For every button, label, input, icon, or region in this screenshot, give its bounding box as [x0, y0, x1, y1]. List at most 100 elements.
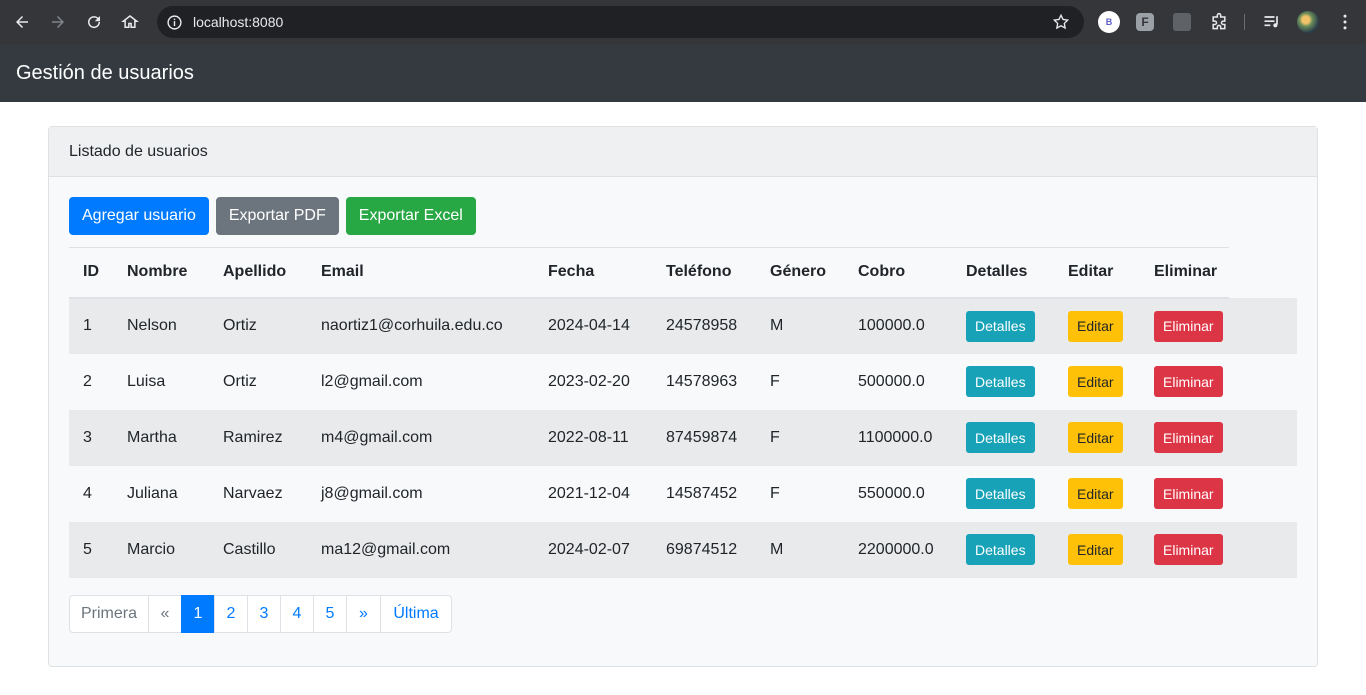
table-header-row: ID Nombre Apellido Email Fecha Teléfono … — [69, 247, 1297, 299]
letter-b-extension-icon[interactable]: B — [1098, 11, 1120, 33]
site-info-icon[interactable] — [166, 14, 183, 31]
url-text: localhost:8080 — [193, 14, 284, 30]
users-table: ID Nombre Apellido Email Fecha Teléfono … — [69, 247, 1297, 578]
export-excel-button[interactable]: Exportar Excel — [345, 197, 476, 235]
media-control-icon[interactable] — [1261, 11, 1283, 33]
cell-telefono: 14578963 — [666, 372, 738, 390]
cell-id: 4 — [83, 484, 92, 502]
delete-button[interactable]: Eliminar — [1154, 366, 1223, 397]
export-pdf-button[interactable]: Exportar PDF — [215, 197, 339, 235]
delete-button[interactable]: Eliminar — [1154, 478, 1223, 509]
cell-detalles: Detalles — [952, 522, 1054, 578]
cell-id: 3 — [83, 428, 92, 446]
profile-avatar[interactable] — [1297, 11, 1319, 33]
delete-button[interactable]: Eliminar — [1154, 534, 1223, 565]
cell-email: j8@gmail.com — [321, 484, 423, 502]
back-arrow-icon[interactable] — [4, 4, 40, 40]
home-icon[interactable] — [112, 4, 148, 40]
cell-nombre: Juliana — [127, 484, 178, 502]
column-header-telefono: Teléfono — [652, 247, 756, 299]
details-button[interactable]: Detalles — [966, 478, 1035, 509]
column-header-apellido: Apellido — [209, 247, 307, 299]
cell-detalles: Detalles — [952, 410, 1054, 466]
cell-spacer — [1229, 522, 1297, 578]
table-row: 2 Luisa Ortiz l2@gmail.com 2023-02-20 14… — [69, 353, 1297, 410]
cell-detalles: Detalles — [952, 298, 1054, 354]
page-5[interactable]: 5 — [313, 594, 347, 633]
cell-email: naortiz1@corhuila.edu.co — [321, 317, 503, 334]
column-header-genero: Género — [756, 247, 844, 299]
delete-button[interactable]: Eliminar — [1154, 310, 1223, 342]
page-2[interactable]: 2 — [214, 594, 248, 633]
puzzle-extensions-icon[interactable] — [1208, 11, 1230, 33]
card-header: Listado de usuarios — [49, 127, 1317, 177]
page-last[interactable]: Última — [380, 594, 452, 633]
cell-eliminar: Eliminar — [1140, 522, 1229, 578]
cell-editar: Editar — [1054, 522, 1140, 578]
cell-fecha: 2023-02-20 — [548, 372, 630, 390]
cell-detalles: Detalles — [952, 466, 1054, 522]
page-prev[interactable]: « — [148, 594, 182, 633]
table-row: 3 Martha Ramirez m4@gmail.com 2022-08-11… — [69, 409, 1297, 466]
cell-id: 5 — [83, 540, 92, 558]
address-bar[interactable]: localhost:8080 — [157, 6, 1084, 38]
cell-genero: F — [770, 484, 780, 502]
app-navbar: Gestión de usuarios — [0, 44, 1366, 102]
cell-editar: Editar — [1054, 466, 1140, 522]
cell-cobro: 100000.0 — [858, 317, 925, 334]
f-extension-icon[interactable]: F — [1136, 13, 1154, 31]
browser-toolbar: localhost:8080 B F — [0, 0, 1366, 44]
table-row: 4 Juliana Narvaez j8@gmail.com 2021-12-0… — [69, 465, 1297, 522]
details-button[interactable]: Detalles — [966, 310, 1035, 342]
delete-button[interactable]: Eliminar — [1154, 422, 1223, 453]
cell-telefono: 69874512 — [666, 540, 738, 558]
cell-fecha: 2024-02-07 — [548, 540, 630, 558]
page-next[interactable]: » — [346, 594, 381, 633]
cell-spacer — [1229, 298, 1297, 354]
cell-editar: Editar — [1054, 410, 1140, 466]
cell-genero: M — [770, 317, 784, 334]
edit-button[interactable]: Editar — [1068, 534, 1123, 565]
cell-id: 2 — [83, 372, 92, 390]
edit-button[interactable]: Editar — [1068, 478, 1123, 509]
column-header-fecha: Fecha — [534, 247, 652, 299]
cell-nombre: Marcio — [127, 540, 176, 558]
forward-arrow-icon[interactable] — [40, 4, 76, 40]
cell-email: ma12@gmail.com — [321, 540, 451, 558]
cell-apellido: Ortiz — [223, 372, 257, 390]
browser-menu-icon[interactable] — [1334, 11, 1356, 33]
grid-extension-icon[interactable] — [1173, 13, 1191, 31]
details-button[interactable]: Detalles — [966, 422, 1035, 453]
edit-button[interactable]: Editar — [1068, 366, 1123, 397]
column-header-eliminar: Eliminar — [1140, 247, 1229, 299]
cell-spacer — [1229, 466, 1297, 522]
column-header-cobro: Cobro — [844, 247, 952, 299]
cell-apellido: Castillo — [223, 540, 276, 558]
cell-apellido: Ortiz — [223, 317, 257, 334]
cell-telefono: 14587452 — [666, 484, 738, 502]
page-4[interactable]: 4 — [280, 594, 314, 633]
cell-cobro: 500000.0 — [858, 372, 925, 390]
details-button[interactable]: Detalles — [966, 366, 1035, 397]
action-buttons: Agregar usuario Exportar PDF Exportar Ex… — [69, 197, 1297, 235]
cell-apellido: Ramirez — [223, 428, 283, 446]
cell-spacer — [1229, 354, 1297, 410]
cell-email: m4@gmail.com — [321, 428, 433, 446]
pagination: Primera « 1 2 3 4 5 » Última — [69, 594, 1297, 633]
bookmark-star-icon[interactable] — [1052, 13, 1070, 31]
edit-button[interactable]: Editar — [1068, 310, 1123, 342]
cell-fecha: 2021-12-04 — [548, 484, 630, 502]
cell-fecha: 2024-04-14 — [548, 317, 630, 334]
page-1[interactable]: 1 — [181, 594, 215, 633]
app-title[interactable]: Gestión de usuarios — [16, 62, 194, 85]
add-user-button[interactable]: Agregar usuario — [69, 197, 209, 235]
column-header-id: ID — [69, 247, 113, 299]
cell-nombre: Martha — [127, 428, 177, 446]
header-spacer — [1229, 248, 1297, 298]
page-3[interactable]: 3 — [247, 594, 281, 633]
cell-nombre: Nelson — [127, 317, 177, 334]
details-button[interactable]: Detalles — [966, 534, 1035, 565]
reload-icon[interactable] — [76, 4, 112, 40]
page-first[interactable]: Primera — [69, 594, 149, 633]
edit-button[interactable]: Editar — [1068, 422, 1123, 453]
